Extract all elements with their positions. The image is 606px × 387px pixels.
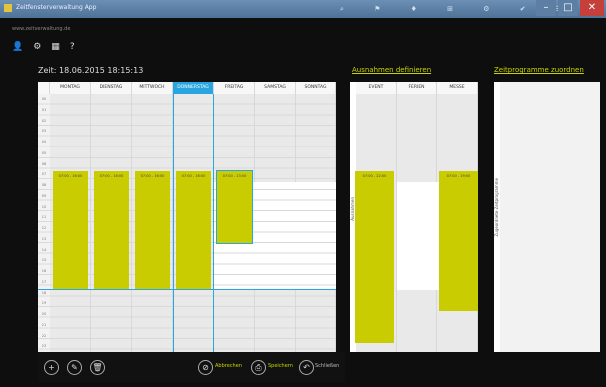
schliessen-button[interactable]: Schließen bbox=[315, 363, 339, 369]
maximize-button[interactable]: □ bbox=[558, 0, 578, 16]
user-icon[interactable]: 👤 bbox=[12, 41, 23, 53]
programs-side-label: Zugeordnete Zeitprogramme bbox=[494, 178, 499, 237]
hour-label: 00 bbox=[41, 97, 47, 101]
programs-panel: Zugeordnete Zeitprogramme bbox=[494, 82, 600, 352]
delete-icon[interactable]: 🗑 bbox=[90, 360, 105, 375]
day-header-sonntag[interactable]: SONNTAG bbox=[296, 82, 336, 94]
hour-label: 21 bbox=[41, 322, 47, 327]
hour-label: 08 bbox=[41, 183, 47, 187]
abbrechen-button[interactable]: Abbrechen bbox=[215, 363, 242, 369]
time-block-dienstag[interactable]: 07:00 - 16:00 bbox=[94, 171, 129, 289]
hour-label: 02 bbox=[41, 118, 47, 123]
hour-label: 04 bbox=[41, 140, 47, 144]
hour-label: 10 bbox=[41, 204, 47, 209]
hour-label: 15 bbox=[41, 258, 47, 263]
app-url: www.zeitverwaltung.de bbox=[12, 26, 71, 32]
day-header-samstag[interactable]: SAMSTAG bbox=[255, 82, 296, 94]
exception-block-messe[interactable]: 07:00 - 19:00 bbox=[439, 171, 478, 311]
hour-label: 17 bbox=[41, 279, 47, 284]
exception-block-event[interactable]: 07:00 - 22:00 bbox=[355, 171, 394, 343]
close-button[interactable]: ✕ bbox=[580, 0, 604, 16]
exception-header-event[interactable]: EVENT bbox=[356, 82, 397, 94]
hour-label: 01 bbox=[41, 107, 47, 112]
hour-label: 16 bbox=[41, 269, 47, 273]
hour-label: 06 bbox=[41, 161, 47, 166]
time-block-freitag[interactable]: 07:00 - 13:00 bbox=[216, 170, 253, 244]
ausnahmen-definieren-link[interactable]: Ausnahmen definieren bbox=[352, 66, 431, 74]
hour-label: 07 bbox=[41, 172, 47, 177]
zeitprogramme-zuordnen-link[interactable]: Zeitprogramme zuordnen bbox=[494, 66, 584, 74]
hour-label: 19 bbox=[41, 301, 47, 306]
minimize-button[interactable]: – bbox=[536, 0, 556, 16]
hour-label: 12 bbox=[41, 226, 47, 230]
time-block-montag[interactable]: 07:00 - 16:00 bbox=[53, 171, 88, 289]
hour-header bbox=[38, 82, 50, 94]
day-header-donnerstag[interactable]: DONNERSTAG bbox=[173, 82, 214, 94]
exception-header-ferien[interactable]: FERIEN bbox=[397, 82, 437, 94]
app-icon bbox=[4, 4, 12, 12]
hour-label: 05 bbox=[41, 150, 47, 155]
day-header-freitag[interactable]: FREITAG bbox=[214, 82, 255, 94]
hour-label: 22 bbox=[41, 333, 47, 338]
speichern-icon[interactable]: ⎙ bbox=[251, 360, 266, 375]
schliessen-icon[interactable]: ↶ bbox=[299, 360, 314, 375]
time-block-mittwoch[interactable]: 07:00 - 16:00 bbox=[135, 171, 170, 289]
help-icon[interactable]: ? bbox=[70, 41, 75, 53]
bottom-action-bar: + ✎ 🗑 ⊘ Abbrechen ⎙ Speichern ↶ Schließe… bbox=[38, 352, 345, 382]
speichern-button[interactable]: Speichern bbox=[268, 363, 293, 369]
current-time-line bbox=[38, 289, 336, 290]
add-icon[interactable]: + bbox=[44, 360, 59, 375]
exception-header-messe[interactable]: MESSE bbox=[437, 82, 478, 94]
hour-label: 11 bbox=[41, 215, 47, 220]
calendar-icon[interactable]: ▦ bbox=[51, 41, 60, 53]
edit-icon[interactable]: ✎ bbox=[67, 360, 82, 375]
app-toolbar: 👤 ⚙ ▦ ? bbox=[12, 41, 75, 53]
hour-label: 03 bbox=[41, 129, 47, 134]
hour-label: 13 bbox=[41, 236, 47, 241]
window-title: Zeitfensterverwaltung App bbox=[16, 4, 97, 11]
hour-labels: 00 01 02 03 04 05 06 07 08 09 10 11 12 1… bbox=[38, 94, 50, 352]
hour-label: 14 bbox=[41, 247, 47, 252]
hour-label: 23 bbox=[41, 344, 47, 349]
day-header-montag[interactable]: MONTAG bbox=[50, 82, 91, 94]
current-time: Zeit: 18.06.2015 18:15:13 bbox=[38, 66, 144, 75]
exceptions-panel: Ausnahmen EVENT FERIEN MESSE 07:00 - 22:… bbox=[350, 82, 478, 352]
day-header-dienstag[interactable]: DIENSTAG bbox=[91, 82, 132, 94]
hour-label: 09 bbox=[41, 193, 47, 198]
abbrechen-icon[interactable]: ⊘ bbox=[198, 360, 213, 375]
window-titlebar: Zeitfensterverwaltung App ⌕ ⚑ ♦ ⊞ ⚙ ✔ ☰ … bbox=[0, 0, 606, 18]
settings-icon[interactable]: ⚙ bbox=[33, 41, 41, 53]
day-header-mittwoch[interactable]: MITTWOCH bbox=[132, 82, 173, 94]
week-schedule: MONTAG DIENSTAG MITTWOCH DONNERSTAG FREI… bbox=[38, 82, 336, 352]
hour-label: 20 bbox=[41, 312, 47, 316]
selected-day-outline bbox=[173, 94, 214, 352]
